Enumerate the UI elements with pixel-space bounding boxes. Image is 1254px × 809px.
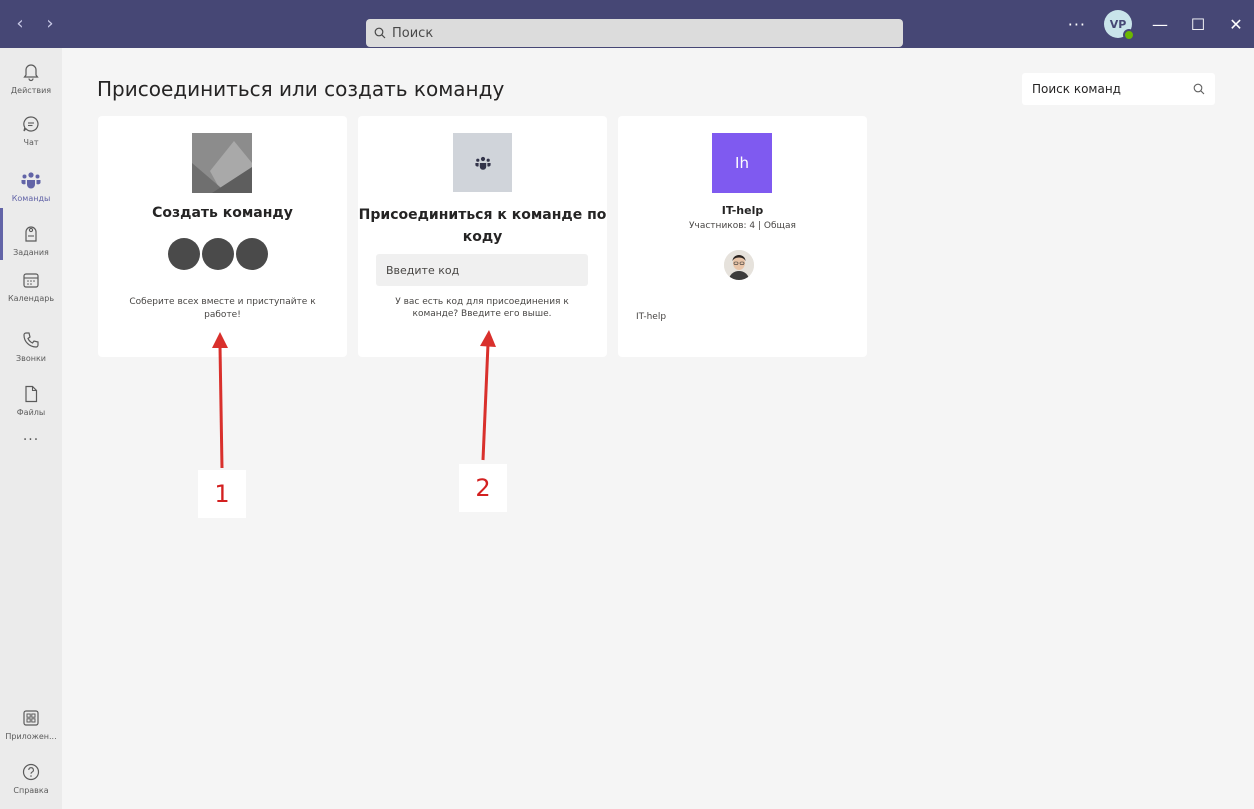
annotation-label-2: 2 bbox=[459, 464, 507, 512]
annotation-arrows bbox=[212, 330, 496, 469]
annotation-label-1: 1 bbox=[198, 470, 246, 518]
